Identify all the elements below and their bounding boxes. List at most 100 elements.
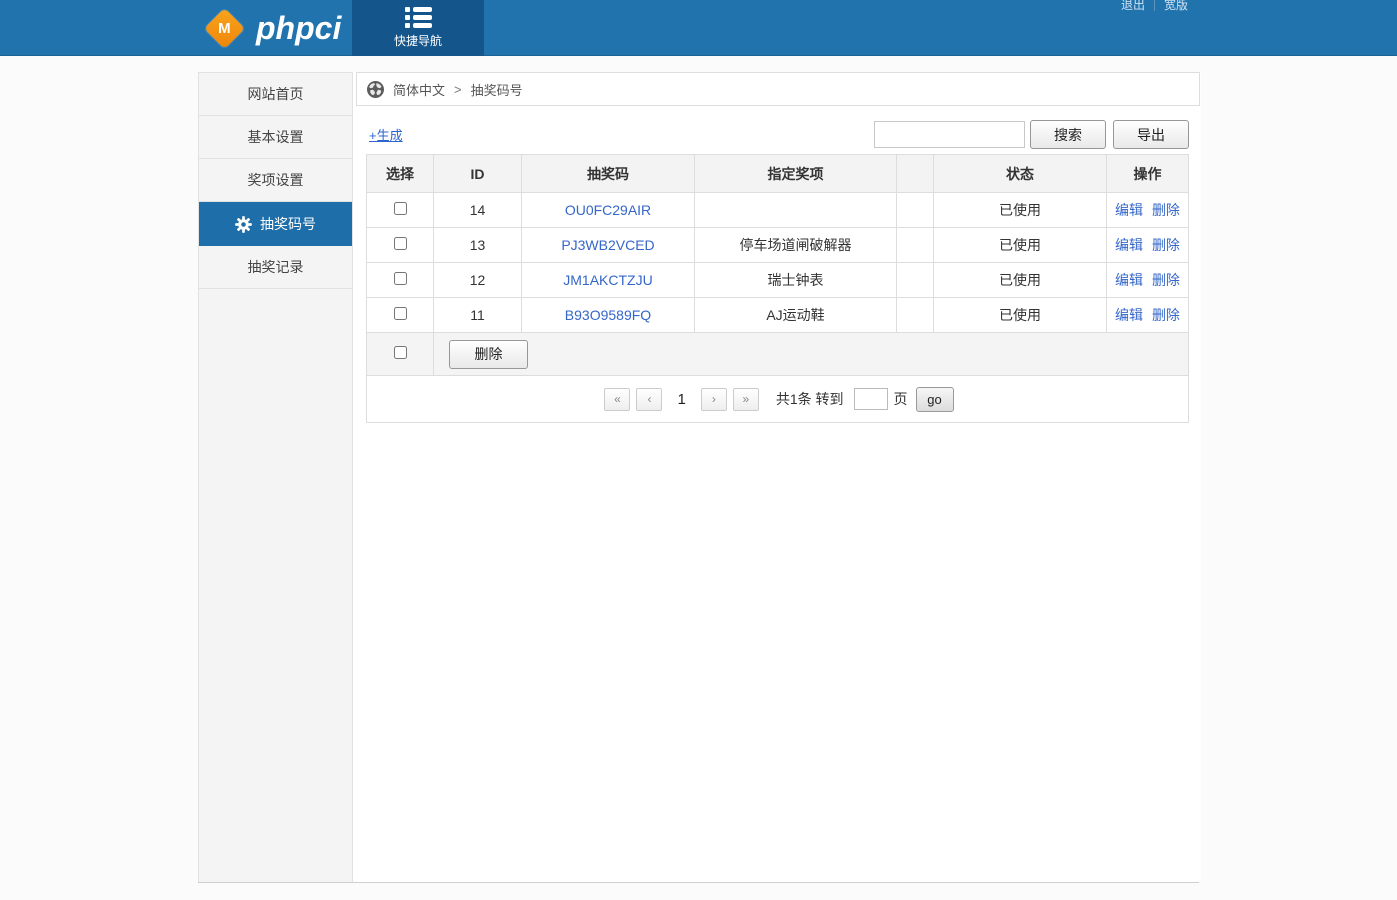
row-checkbox[interactable] [394, 307, 407, 320]
cell-empty [897, 263, 934, 298]
cell-id: 14 [434, 193, 522, 228]
pagination-cell: « ‹ 1 › » 共1条 转到 页 go [367, 376, 1189, 423]
bulk-actions-cell: 删除 [434, 333, 1189, 376]
cell-empty [897, 193, 934, 228]
cell-status: 已使用 [934, 228, 1107, 263]
next-page-button[interactable]: › [701, 388, 727, 411]
breadcrumb-current: 抽奖码号 [471, 80, 523, 99]
page-suffix-label: 页 [894, 389, 908, 409]
search-input[interactable] [874, 121, 1025, 148]
sidebar-item-label: 网站首页 [248, 84, 304, 104]
cell-prize [695, 193, 897, 228]
logout-link[interactable]: 退出 [1112, 0, 1154, 13]
cell-actions: 编辑 删除 [1107, 298, 1189, 333]
bulk-delete-button[interactable]: 删除 [449, 340, 528, 369]
cell-status: 已使用 [934, 298, 1107, 333]
row-checkbox[interactable] [394, 237, 407, 250]
table-row: 11 B93O9589FQ AJ运动鞋 已使用 编辑 删除 [367, 298, 1189, 333]
globe-icon [367, 81, 384, 98]
prev-page-button[interactable]: ‹ [636, 388, 662, 411]
cell-prize: 停车场道闸破解器 [695, 228, 897, 263]
generate-link[interactable]: +生成 [369, 125, 403, 144]
sidebar-item-lottery-records[interactable]: 抽奖记录 [199, 246, 352, 289]
lottery-codes-table: 选择 ID 抽奖码 指定奖项 状态 操作 14 OU0FC29AIR [366, 154, 1189, 423]
sidebar-item-label: 抽奖码号 [260, 214, 316, 234]
pagination-row: « ‹ 1 › » 共1条 转到 页 go [367, 376, 1189, 423]
logo-mark-letter: M [218, 20, 231, 37]
code-link[interactable]: B93O9589FQ [565, 307, 651, 323]
list-menu-icon [405, 7, 432, 28]
sidebar-item-prize-settings[interactable]: 奖项设置 [199, 159, 352, 202]
breadcrumb-separator: > [454, 82, 462, 97]
cell-id: 12 [434, 263, 522, 298]
table-header-row: 选择 ID 抽奖码 指定奖项 状态 操作 [367, 155, 1189, 193]
page-container: 网站首页 基本设置 奖项设置 [198, 72, 1199, 883]
sidebar-item-label: 奖项设置 [248, 170, 304, 190]
cell-status: 已使用 [934, 263, 1107, 298]
header-inner: M phpci 快捷导航 退出 宽版 [198, 0, 1199, 55]
logo[interactable]: M phpci [202, 0, 341, 56]
delete-link[interactable]: 删除 [1152, 272, 1180, 288]
column-header-empty [897, 155, 934, 193]
cell-actions: 编辑 删除 [1107, 263, 1189, 298]
search-group: 搜索 导出 [874, 120, 1189, 149]
table-footer-row: 删除 [367, 333, 1189, 376]
page-number-input[interactable] [854, 388, 888, 410]
cell-id: 13 [434, 228, 522, 263]
edit-link[interactable]: 编辑 [1115, 272, 1143, 288]
go-button[interactable]: go [916, 387, 954, 412]
main-content: 简体中文 > 抽奖码号 +生成 搜索 导出 选择 ID [353, 72, 1201, 882]
sidebar-item-lottery-codes[interactable]: 抽奖码号 [199, 202, 352, 246]
table-row: 13 PJ3WB2VCED 停车场道闸破解器 已使用 编辑 删除 [367, 228, 1189, 263]
table-row: 14 OU0FC29AIR 已使用 编辑 删除 [367, 193, 1189, 228]
column-header-id: ID [434, 155, 522, 193]
logo-text: phpci [256, 10, 341, 47]
breadcrumb: 简体中文 > 抽奖码号 [356, 72, 1200, 106]
column-header-code: 抽奖码 [522, 155, 695, 193]
select-all-checkbox[interactable] [394, 346, 407, 359]
pagination-total-text: 共1条 转到 [776, 389, 844, 409]
table-wrapper: 选择 ID 抽奖码 指定奖项 状态 操作 14 OU0FC29AIR [366, 154, 1189, 423]
edit-link[interactable]: 编辑 [1115, 307, 1143, 323]
breadcrumb-lang[interactable]: 简体中文 [393, 80, 445, 99]
code-link[interactable]: OU0FC29AIR [565, 202, 651, 218]
cell-actions: 编辑 删除 [1107, 193, 1189, 228]
column-header-status: 状态 [934, 155, 1107, 193]
edit-link[interactable]: 编辑 [1115, 237, 1143, 253]
delete-link[interactable]: 删除 [1152, 237, 1180, 253]
cell-status: 已使用 [934, 193, 1107, 228]
cell-empty [897, 298, 934, 333]
sidebar-item-basic-settings[interactable]: 基本设置 [199, 116, 352, 159]
last-page-button[interactable]: » [733, 388, 759, 411]
delete-link[interactable]: 删除 [1152, 307, 1180, 323]
search-button[interactable]: 搜索 [1030, 120, 1106, 149]
first-page-button[interactable]: « [604, 388, 630, 411]
quick-nav-label: 快捷导航 [394, 32, 442, 49]
edit-link[interactable]: 编辑 [1115, 202, 1143, 218]
logo-diamond-icon: M [204, 7, 245, 48]
cell-empty [897, 228, 934, 263]
gear-icon [235, 216, 252, 233]
pagination: « ‹ 1 › » 共1条 转到 页 go [601, 387, 953, 412]
table-row: 12 JM1AKCTZJU 瑞士钟表 已使用 编辑 删除 [367, 263, 1189, 298]
cell-actions: 编辑 删除 [1107, 228, 1189, 263]
delete-link[interactable]: 删除 [1152, 202, 1180, 218]
cell-id: 11 [434, 298, 522, 333]
code-link[interactable]: JM1AKCTZJU [563, 272, 652, 288]
sidebar-item-home[interactable]: 网站首页 [199, 73, 352, 116]
row-checkbox[interactable] [394, 202, 407, 215]
current-page-number: 1 [677, 391, 685, 408]
top-header-bar: M phpci 快捷导航 退出 宽版 [0, 0, 1397, 56]
sidebar-item-label: 抽奖记录 [248, 257, 304, 277]
column-header-select: 选择 [367, 155, 434, 193]
export-button[interactable]: 导出 [1113, 120, 1189, 149]
top-links: 退出 宽版 [1112, 0, 1197, 13]
column-header-prize: 指定奖项 [695, 155, 897, 193]
cell-prize: AJ运动鞋 [695, 298, 897, 333]
quick-nav-button[interactable]: 快捷导航 [352, 0, 484, 56]
column-header-actions: 操作 [1107, 155, 1189, 193]
wide-version-link[interactable]: 宽版 [1155, 0, 1197, 13]
code-link[interactable]: PJ3WB2VCED [561, 237, 654, 253]
toolbar: +生成 搜索 导出 [369, 120, 1189, 149]
row-checkbox[interactable] [394, 272, 407, 285]
